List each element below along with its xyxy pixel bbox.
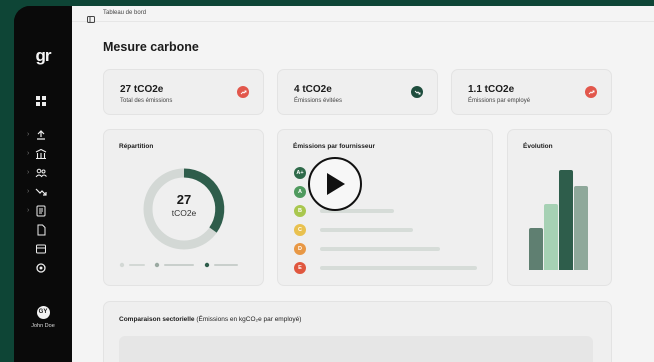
chevron-right-icon: › [27,207,30,214]
stat-label: Émissions évitées [294,98,343,104]
dashboard-icon[interactable] [35,95,47,107]
grade-badge: D [294,243,306,255]
play-icon [327,173,345,195]
comparaison-title: Comparaison sectorielle [119,316,195,323]
grade-badge: B [294,205,306,217]
card-title: Comparaison sectorielle (Émissions en kg… [119,316,301,323]
donut-unit: tCO2e [171,208,197,218]
stat-value: 1.1 tCO2e [468,84,515,95]
comparaison-chart-area [119,336,593,362]
donut-center: 27 tCO2e [144,192,224,218]
user-name: John Doe [31,323,55,329]
card-title: Évolution [523,143,553,150]
file-icon[interactable] [35,224,47,236]
grade-badge: A+ [294,167,306,179]
evolution-bar [559,170,573,270]
evolution-bar [544,204,558,270]
repartition-card: Répartition 27 tCO2e [103,129,264,286]
user-menu[interactable]: GY John Doe [14,306,72,329]
play-button[interactable] [308,157,362,211]
grade-bar [320,247,440,251]
donut-value: 27 [176,192,192,207]
trend-icon[interactable] [35,186,47,198]
app-logo[interactable]: gr [14,46,72,66]
chevron-right-icon: › [27,150,30,157]
evolution-bar [574,186,588,270]
evolution-card: Évolution [507,129,612,286]
comparaison-card: Comparaison sectorielle (Émissions en kg… [103,301,612,362]
trend-down-icon [411,86,423,98]
card-title: Répartition [119,143,154,150]
evolution-bar [529,228,543,270]
sidebar: gr › › › › › GY John Doe [14,6,72,362]
stat-card-total: 27 tCO2e Total des émissions [103,69,264,115]
report-icon[interactable] [35,205,47,217]
grade-badge: C [294,224,306,236]
stat-value: 27 tCO2e [120,84,164,95]
breadcrumb[interactable]: Tableau de bord [103,10,146,16]
grade-badge: E [294,262,306,274]
donut-legend [119,262,238,268]
main-content: Tableau de bord Mesure carbone 27 tCO2e … [72,6,654,362]
stat-label: Total des émissions [120,98,173,104]
stat-label: Émissions par employé [468,98,531,104]
comparaison-subtitle: (Émissions en kgCO₂e par employé) [196,316,302,323]
upload-icon[interactable] [35,129,47,141]
settings-icon[interactable] [35,262,47,274]
trend-up-icon [237,86,249,98]
avatar: GY [36,306,50,319]
topbar: Tableau de bord [72,6,654,23]
card-title: Émissions par fournisseur [293,143,375,150]
stat-card-avoided: 4 tCO2e Émissions évitées [277,69,438,115]
fournisseurs-card: Émissions par fournisseur A+ A B C D E [277,129,493,286]
grade-bar [320,228,413,232]
page-title: Mesure carbone [103,40,199,54]
stat-value: 4 tCO2e [294,84,332,95]
team-icon[interactable] [35,167,47,179]
grade-badge: A [294,186,306,198]
chevron-right-icon: › [27,169,30,176]
grade-bar [320,266,477,270]
trend-up-icon [585,86,597,98]
bank-icon[interactable] [35,148,47,160]
chevron-right-icon: › [27,188,30,195]
box-icon[interactable] [35,243,47,255]
evolution-chart [529,170,595,270]
panel-icon[interactable] [87,10,95,28]
chevron-right-icon: › [27,131,30,138]
stat-card-per-employee: 1.1 tCO2e Émissions par employé [451,69,612,115]
